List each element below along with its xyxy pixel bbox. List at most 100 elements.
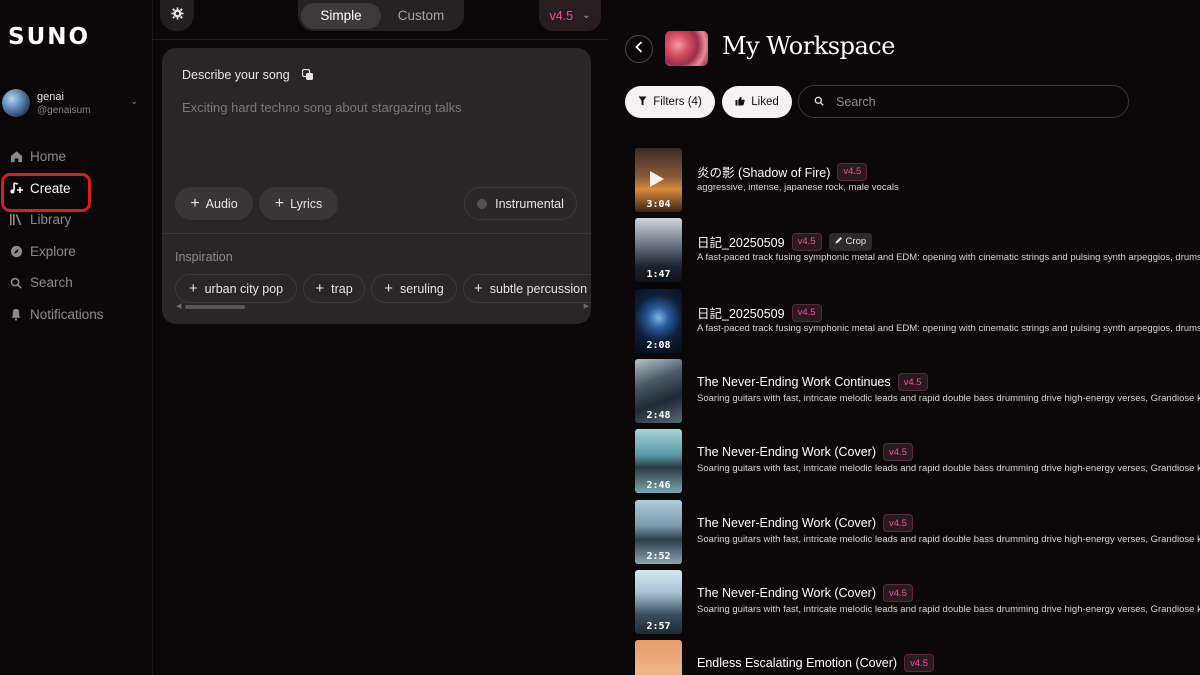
song-title[interactable]: The Never-Ending Work Continues: [697, 375, 891, 389]
inspiration-chip[interactable]: + subtle percussion: [463, 274, 591, 303]
song-cover[interactable]: 2:46: [635, 429, 682, 493]
plus-icon: +: [315, 280, 325, 297]
workspace-panel: My Workspace Filters (4) Liked Search 3:…: [608, 0, 1200, 675]
song-row[interactable]: 1:47 日記_20250509 v4.5 Crop A fast-paced …: [635, 218, 1200, 282]
song-cover[interactable]: 2:08: [635, 289, 682, 353]
sidebar-item-explore[interactable]: Explore: [0, 236, 153, 268]
user-name: genai: [37, 90, 64, 103]
sidebar-item-create[interactable]: Create: [0, 172, 153, 211]
song-cover[interactable]: 2:48: [635, 359, 682, 423]
add-audio-button[interactable]: + Audio: [175, 187, 253, 220]
inspiration-chip-label: seruling: [399, 281, 444, 296]
play-icon[interactable]: [650, 171, 664, 187]
song-title[interactable]: The Never-Ending Work (Cover): [697, 586, 876, 600]
chevron-left-icon: [635, 40, 643, 58]
chevron-down-icon[interactable]: ⌄: [130, 96, 138, 107]
add-lyrics-button[interactable]: + Lyrics: [259, 187, 338, 220]
version-badge: v4.5: [791, 232, 822, 251]
version-badge: v4.5: [897, 373, 928, 391]
sidebar-item-label: Library: [30, 212, 72, 228]
sidebar-item-home[interactable]: Home: [0, 141, 153, 173]
describe-label: Describe your song: [182, 68, 290, 82]
compass-icon: [9, 244, 23, 258]
workspace-search-input[interactable]: Search: [798, 85, 1129, 118]
inspiration-chip-label: subtle percussion: [489, 281, 588, 296]
horizontal-scrollbar[interactable]: ◀ ▶: [175, 302, 591, 310]
song-description: A fast-paced track fusing symphonic meta…: [697, 252, 1200, 263]
song-title[interactable]: Endless Escalating Emotion (Cover): [697, 656, 897, 670]
crop-label: Crop: [845, 236, 867, 247]
scroll-thumb[interactable]: [185, 305, 245, 309]
song-title[interactable]: The Never-Ending Work (Cover): [697, 516, 876, 530]
add-audio-label: Audio: [205, 196, 238, 211]
thumbs-up-icon: [735, 96, 745, 109]
song-cover[interactable]: 1:47: [635, 218, 682, 282]
version-badge: v4.5: [883, 514, 913, 532]
inspiration-chips: + urban city pop + trap + seruling + sub…: [175, 274, 591, 304]
song-title[interactable]: The Never-Ending Work (Cover): [697, 445, 876, 459]
settings-button[interactable]: [160, 0, 194, 31]
song-row[interactable]: 2:48 The Never-Ending Work Continues v4.…: [635, 359, 1200, 423]
scroll-right-icon[interactable]: ▶: [584, 302, 589, 310]
sidebar-nav: Home Create Library Explore Search Notif…: [0, 141, 153, 330]
sidebar-item-label: Search: [30, 275, 73, 291]
inspiration-chip[interactable]: + urban city pop: [175, 274, 297, 303]
song-description-input[interactable]: Exciting hard techno song about stargazi…: [182, 100, 462, 115]
song-cover[interactable]: 2:57: [635, 570, 682, 634]
sidebar-item-label: Create: [30, 180, 71, 196]
song-description-card: Describe your song Exciting hard techno …: [162, 48, 591, 324]
sidebar-item-notifications[interactable]: Notifications: [0, 299, 153, 331]
song-row[interactable]: 2:57 The Never-Ending Work (Cover) v4.5 …: [635, 570, 1200, 634]
library-icon: [9, 213, 23, 227]
inspiration-chip[interactable]: + trap: [303, 274, 365, 303]
song-duration: 2:57: [646, 621, 671, 632]
song-description: aggressive, intense, japanese rock, male…: [697, 182, 899, 193]
liked-button[interactable]: Liked: [722, 86, 792, 118]
song-row[interactable]: 2:46 The Never-Ending Work (Cover) v4.5 …: [635, 429, 1200, 493]
version-badge: v4.5: [791, 303, 822, 322]
workspace-thumbnail: [665, 31, 708, 66]
plus-icon: +: [274, 194, 285, 212]
instrumental-label: Instrumental: [495, 196, 564, 211]
inspiration-chip[interactable]: + seruling: [371, 274, 457, 303]
scroll-left-icon[interactable]: ◀: [176, 302, 181, 310]
version-badge: v4.5: [883, 584, 913, 602]
song-cover[interactable]: 3:04: [635, 148, 682, 212]
version-label: v4.5: [549, 8, 574, 23]
search-icon: [9, 276, 23, 290]
version-badge: v4.5: [904, 654, 935, 672]
song-title[interactable]: 日記_20250509: [697, 303, 785, 322]
song-description: Soaring guitars with fast, intricate mel…: [697, 393, 1200, 404]
back-button[interactable]: [625, 35, 653, 63]
sidebar-item-library[interactable]: Library: [0, 204, 153, 236]
filter-icon: [638, 96, 647, 109]
chevron-down-icon: ⌄: [582, 10, 591, 21]
search-placeholder: Search: [836, 94, 876, 109]
version-select[interactable]: v4.5 ⌄: [539, 0, 601, 31]
mode-simple[interactable]: Simple: [301, 2, 381, 29]
dice-icon[interactable]: [301, 68, 314, 81]
song-row[interactable]: 2:08 日記_20250509 v4.5 A fast-paced track…: [635, 289, 1200, 353]
user-profile[interactable]: genai @genaisum ⌄: [2, 88, 142, 118]
toggle-dot-icon: [477, 198, 488, 209]
bell-icon: [9, 307, 23, 321]
sidebar-item-label: Home: [30, 149, 67, 165]
page-title: My Workspace: [722, 32, 895, 60]
song-title[interactable]: 日記_20250509: [697, 232, 785, 251]
version-badge: v4.5: [837, 162, 868, 181]
sidebar-item-search[interactable]: Search: [0, 267, 153, 299]
song-row[interactable]: Endless Escalating Emotion (Cover) v4.5: [635, 640, 1200, 675]
mode-custom[interactable]: Custom: [381, 3, 461, 29]
instrumental-toggle[interactable]: Instrumental: [464, 187, 577, 220]
song-title[interactable]: 炎の影 (Shadow of Fire): [697, 162, 830, 181]
song-row[interactable]: 2:52 The Never-Ending Work (Cover) v4.5 …: [635, 500, 1200, 564]
suno-logo[interactable]: SUNO: [8, 24, 90, 50]
inspiration-label: Inspiration: [175, 250, 233, 264]
song-row[interactable]: 3:04 炎の影 (Shadow of Fire) v4.5 aggressiv…: [635, 148, 1200, 212]
filters-button[interactable]: Filters (4): [625, 86, 715, 118]
song-duration: 1:47: [646, 269, 671, 280]
song-cover[interactable]: [635, 640, 682, 675]
gear-icon: [170, 6, 184, 25]
song-duration: 3:04: [646, 199, 671, 210]
song-cover[interactable]: 2:52: [635, 500, 682, 564]
